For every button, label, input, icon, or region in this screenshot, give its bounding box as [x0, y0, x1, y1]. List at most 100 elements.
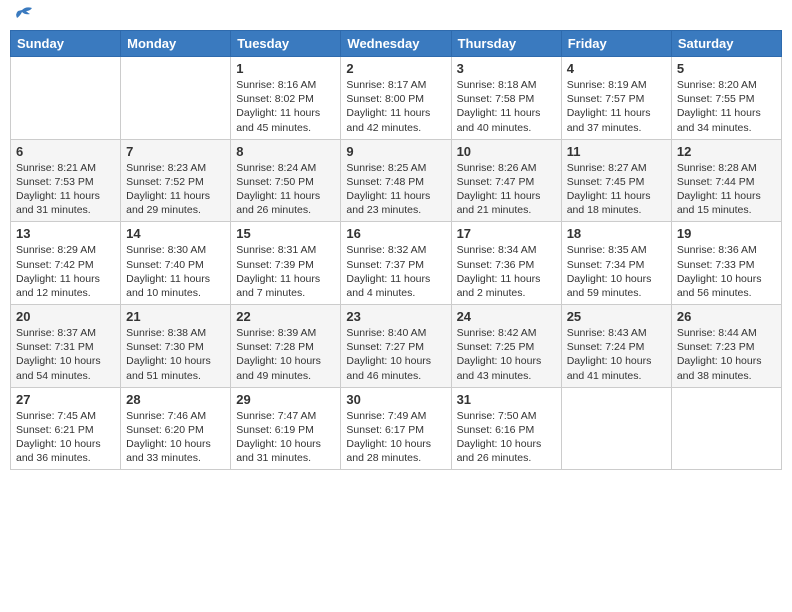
- calendar-day-cell: [121, 57, 231, 140]
- calendar-header-row: SundayMondayTuesdayWednesdayThursdayFrid…: [11, 31, 782, 57]
- day-info: Sunrise: 8:20 AM Sunset: 7:55 PM Dayligh…: [677, 78, 776, 135]
- day-number: 19: [677, 226, 776, 241]
- day-info: Sunrise: 8:38 AM Sunset: 7:30 PM Dayligh…: [126, 326, 225, 383]
- calendar-day-cell: 1 Sunrise: 8:16 AM Sunset: 8:02 PM Daylig…: [231, 57, 341, 140]
- calendar-col-header: Tuesday: [231, 31, 341, 57]
- day-number: 1: [236, 61, 335, 76]
- day-info: Sunrise: 7:47 AM Sunset: 6:19 PM Dayligh…: [236, 409, 335, 466]
- day-info: Sunrise: 8:39 AM Sunset: 7:28 PM Dayligh…: [236, 326, 335, 383]
- day-number: 27: [16, 392, 115, 407]
- day-number: 9: [346, 144, 445, 159]
- day-info: Sunrise: 8:16 AM Sunset: 8:02 PM Dayligh…: [236, 78, 335, 135]
- calendar-week-row: 6Sunrise: 8:21 AM Sunset: 7:53 PM Daylig…: [11, 139, 782, 222]
- day-number: 12: [677, 144, 776, 159]
- day-info: Sunrise: 8:32 AM Sunset: 7:37 PM Dayligh…: [346, 243, 445, 300]
- day-number: 16: [346, 226, 445, 241]
- calendar-day-cell: 30Sunrise: 7:49 AM Sunset: 6:17 PM Dayli…: [341, 387, 451, 470]
- day-info: Sunrise: 8:40 AM Sunset: 7:27 PM Dayligh…: [346, 326, 445, 383]
- day-number: 11: [567, 144, 666, 159]
- calendar-col-header: Friday: [561, 31, 671, 57]
- calendar-day-cell: 14Sunrise: 8:30 AM Sunset: 7:40 PM Dayli…: [121, 222, 231, 305]
- logo-bird-icon: [12, 6, 34, 26]
- calendar-day-cell: 5 Sunrise: 8:20 AM Sunset: 7:55 PM Daylig…: [671, 57, 781, 140]
- day-info: Sunrise: 8:31 AM Sunset: 7:39 PM Dayligh…: [236, 243, 335, 300]
- day-info: Sunrise: 8:44 AM Sunset: 7:23 PM Dayligh…: [677, 326, 776, 383]
- day-info: Sunrise: 8:18 AM Sunset: 7:58 PM Dayligh…: [457, 78, 556, 135]
- calendar-day-cell: 7Sunrise: 8:23 AM Sunset: 7:52 PM Daylig…: [121, 139, 231, 222]
- calendar-day-cell: 3 Sunrise: 8:18 AM Sunset: 7:58 PM Daylig…: [451, 57, 561, 140]
- day-info: Sunrise: 8:34 AM Sunset: 7:36 PM Dayligh…: [457, 243, 556, 300]
- calendar-table: SundayMondayTuesdayWednesdayThursdayFrid…: [10, 30, 782, 470]
- calendar-day-cell: 20 Sunrise: 8:37 AM Sunset: 7:31 PM Dayli…: [11, 305, 121, 388]
- calendar-day-cell: 8Sunrise: 8:24 AM Sunset: 7:50 PM Daylig…: [231, 139, 341, 222]
- day-info: Sunrise: 8:29 AM Sunset: 7:42 PM Dayligh…: [16, 243, 115, 300]
- calendar-week-row: 13 Sunrise: 8:29 AM Sunset: 7:42 PM Dayli…: [11, 222, 782, 305]
- calendar-day-cell: 24 Sunrise: 8:42 AM Sunset: 7:25 PM Dayli…: [451, 305, 561, 388]
- calendar-day-cell: 25 Sunrise: 8:43 AM Sunset: 7:24 PM Dayli…: [561, 305, 671, 388]
- day-number: 2: [346, 61, 445, 76]
- day-number: 23: [346, 309, 445, 324]
- day-number: 15: [236, 226, 335, 241]
- day-info: Sunrise: 8:26 AM Sunset: 7:47 PM Dayligh…: [457, 161, 556, 218]
- day-number: 20: [16, 309, 115, 324]
- calendar-day-cell: 13 Sunrise: 8:29 AM Sunset: 7:42 PM Dayli…: [11, 222, 121, 305]
- day-number: 13: [16, 226, 115, 241]
- logo: [10, 10, 34, 22]
- calendar-day-cell: 23 Sunrise: 8:40 AM Sunset: 7:27 PM Dayli…: [341, 305, 451, 388]
- day-number: 29: [236, 392, 335, 407]
- day-number: 26: [677, 309, 776, 324]
- calendar-day-cell: 16 Sunrise: 8:32 AM Sunset: 7:37 PM Dayli…: [341, 222, 451, 305]
- calendar-day-cell: 10 Sunrise: 8:26 AM Sunset: 7:47 PM Dayli…: [451, 139, 561, 222]
- day-info: Sunrise: 8:27 AM Sunset: 7:45 PM Dayligh…: [567, 161, 666, 218]
- day-info: Sunrise: 7:50 AM Sunset: 6:16 PM Dayligh…: [457, 409, 556, 466]
- calendar-day-cell: [561, 387, 671, 470]
- day-number: 17: [457, 226, 556, 241]
- day-info: Sunrise: 8:37 AM Sunset: 7:31 PM Dayligh…: [16, 326, 115, 383]
- calendar-day-cell: 4 Sunrise: 8:19 AM Sunset: 7:57 PM Daylig…: [561, 57, 671, 140]
- calendar-day-cell: 2 Sunrise: 8:17 AM Sunset: 8:00 PM Daylig…: [341, 57, 451, 140]
- calendar-day-cell: 17 Sunrise: 8:34 AM Sunset: 7:36 PM Dayli…: [451, 222, 561, 305]
- day-number: 25: [567, 309, 666, 324]
- day-number: 31: [457, 392, 556, 407]
- calendar-day-cell: 11 Sunrise: 8:27 AM Sunset: 7:45 PM Dayli…: [561, 139, 671, 222]
- calendar-day-cell: 12 Sunrise: 8:28 AM Sunset: 7:44 PM Dayli…: [671, 139, 781, 222]
- day-info: Sunrise: 8:28 AM Sunset: 7:44 PM Dayligh…: [677, 161, 776, 218]
- calendar-day-cell: 27 Sunrise: 7:45 AM Sunset: 6:21 PM Dayli…: [11, 387, 121, 470]
- day-number: 28: [126, 392, 225, 407]
- day-number: 8: [236, 144, 335, 159]
- day-info: Sunrise: 7:45 AM Sunset: 6:21 PM Dayligh…: [16, 409, 115, 466]
- calendar-day-cell: 29 Sunrise: 7:47 AM Sunset: 6:19 PM Dayli…: [231, 387, 341, 470]
- page-header: [10, 10, 782, 22]
- calendar-col-header: Monday: [121, 31, 231, 57]
- day-number: 21: [126, 309, 225, 324]
- day-number: 14: [126, 226, 225, 241]
- day-number: 10: [457, 144, 556, 159]
- day-number: 7: [126, 144, 225, 159]
- day-info: Sunrise: 8:17 AM Sunset: 8:00 PM Dayligh…: [346, 78, 445, 135]
- day-info: Sunrise: 8:19 AM Sunset: 7:57 PM Dayligh…: [567, 78, 666, 135]
- calendar-day-cell: [671, 387, 781, 470]
- calendar-day-cell: 28Sunrise: 7:46 AM Sunset: 6:20 PM Dayli…: [121, 387, 231, 470]
- day-number: 3: [457, 61, 556, 76]
- day-info: Sunrise: 8:25 AM Sunset: 7:48 PM Dayligh…: [346, 161, 445, 218]
- calendar-day-cell: 9 Sunrise: 8:25 AM Sunset: 7:48 PM Daylig…: [341, 139, 451, 222]
- day-info: Sunrise: 8:43 AM Sunset: 7:24 PM Dayligh…: [567, 326, 666, 383]
- day-number: 4: [567, 61, 666, 76]
- calendar-col-header: Thursday: [451, 31, 561, 57]
- day-info: Sunrise: 8:42 AM Sunset: 7:25 PM Dayligh…: [457, 326, 556, 383]
- calendar-day-cell: 22Sunrise: 8:39 AM Sunset: 7:28 PM Dayli…: [231, 305, 341, 388]
- calendar-day-cell: 15 Sunrise: 8:31 AM Sunset: 7:39 PM Dayli…: [231, 222, 341, 305]
- calendar-col-header: Wednesday: [341, 31, 451, 57]
- calendar-day-cell: 18Sunrise: 8:35 AM Sunset: 7:34 PM Dayli…: [561, 222, 671, 305]
- calendar-day-cell: 19 Sunrise: 8:36 AM Sunset: 7:33 PM Dayli…: [671, 222, 781, 305]
- day-number: 18: [567, 226, 666, 241]
- day-number: 5: [677, 61, 776, 76]
- day-number: 24: [457, 309, 556, 324]
- calendar-day-cell: 21 Sunrise: 8:38 AM Sunset: 7:30 PM Dayli…: [121, 305, 231, 388]
- calendar-col-header: Saturday: [671, 31, 781, 57]
- calendar-week-row: 20 Sunrise: 8:37 AM Sunset: 7:31 PM Dayli…: [11, 305, 782, 388]
- calendar-week-row: 1 Sunrise: 8:16 AM Sunset: 8:02 PM Daylig…: [11, 57, 782, 140]
- calendar-day-cell: 26 Sunrise: 8:44 AM Sunset: 7:23 PM Dayli…: [671, 305, 781, 388]
- day-info: Sunrise: 8:36 AM Sunset: 7:33 PM Dayligh…: [677, 243, 776, 300]
- day-number: 30: [346, 392, 445, 407]
